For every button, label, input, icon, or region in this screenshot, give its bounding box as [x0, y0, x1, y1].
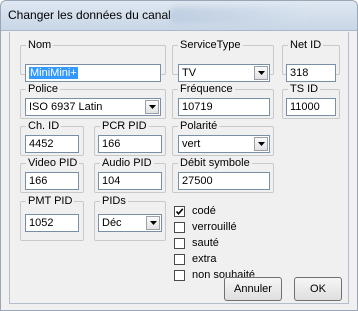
audio-pid-input[interactable]: 104 — [98, 172, 162, 190]
police-select[interactable]: ISO 6937 Latin — [25, 98, 161, 116]
checkbox-box[interactable] — [174, 205, 185, 217]
label-net-id: Net ID — [288, 39, 324, 51]
checkbox-extra[interactable]: extra — [174, 252, 216, 266]
ts-id-input[interactable]: 11000 — [286, 98, 336, 116]
pmt-pid-input[interactable]: 1052 — [25, 214, 79, 232]
label-ts-id: TS ID — [288, 83, 321, 95]
ch-id-input[interactable]: 4452 — [25, 135, 79, 153]
ok-button[interactable]: OK — [294, 277, 342, 301]
label-ch-id: Ch. ID — [26, 120, 62, 132]
label-audio-pid: Audio PID — [100, 157, 154, 169]
service-type-value: TV — [182, 67, 197, 79]
checkbox-box[interactable] — [174, 237, 185, 249]
debit-symbole-input[interactable]: 27500 — [178, 172, 270, 190]
checkbox-label: sauté — [192, 237, 219, 249]
checkbox-saute[interactable]: sauté — [174, 236, 219, 250]
label-video-pid: Video PID — [26, 157, 80, 169]
label-police: Police — [26, 83, 60, 95]
frequence-input[interactable]: 10719 — [178, 98, 270, 116]
checkbox-box[interactable] — [174, 269, 185, 281]
police-value: ISO 6937 Latin — [29, 101, 103, 113]
cancel-button[interactable]: Annuler — [224, 277, 282, 301]
chevron-down-icon[interactable] — [254, 66, 268, 80]
label-pids: PIDs — [100, 195, 128, 207]
label-service-type: ServiceType — [178, 39, 243, 51]
video-pid-input[interactable]: 166 — [25, 172, 79, 190]
checkbox-verrouille[interactable]: verrouillé — [174, 220, 237, 234]
pids-value: Déc — [102, 217, 122, 229]
blurred-title-area — [169, 7, 309, 23]
dialog-title: Changer les données du canal — [8, 8, 171, 22]
checkbox-box[interactable] — [174, 221, 185, 233]
checkbox-box[interactable] — [174, 253, 185, 265]
title-bar[interactable]: Changer les données du canal — [1, 1, 357, 31]
checkbox-label: verrouillé — [192, 221, 237, 233]
checkbox-label: codé — [192, 205, 216, 217]
pcr-pid-input[interactable]: 166 — [98, 135, 162, 153]
nom-value: MiniMini+ — [29, 67, 78, 79]
label-nom: Nom — [26, 39, 54, 51]
label-debit-symbole: Débit symbole — [178, 157, 252, 169]
label-polarite: Polarité — [178, 120, 220, 132]
dialog-window: Changer les données du canal Nom MiniMin… — [0, 0, 358, 311]
polarite-select[interactable]: vert — [178, 135, 270, 153]
nom-input[interactable]: MiniMini+ — [25, 64, 161, 82]
net-id-input[interactable]: 318 — [286, 64, 336, 82]
chevron-down-icon[interactable] — [145, 100, 159, 114]
service-type-select[interactable]: TV — [178, 64, 270, 82]
chevron-down-icon[interactable] — [146, 216, 160, 230]
label-pmt-pid: PMT PID — [26, 195, 75, 207]
checkmark-icon — [175, 207, 184, 215]
polarite-value: vert — [182, 138, 201, 150]
label-frequence: Fréquence — [178, 83, 235, 95]
checkbox-label: extra — [192, 253, 217, 265]
dialog-content: Nom MiniMini+ ServiceType TV Net ID 318 … — [9, 32, 349, 304]
pids-select[interactable]: Déc — [98, 214, 162, 232]
chevron-down-icon[interactable] — [254, 137, 268, 151]
label-pcr-pid: PCR PID — [100, 120, 149, 132]
checkbox-code[interactable]: codé — [174, 204, 216, 218]
